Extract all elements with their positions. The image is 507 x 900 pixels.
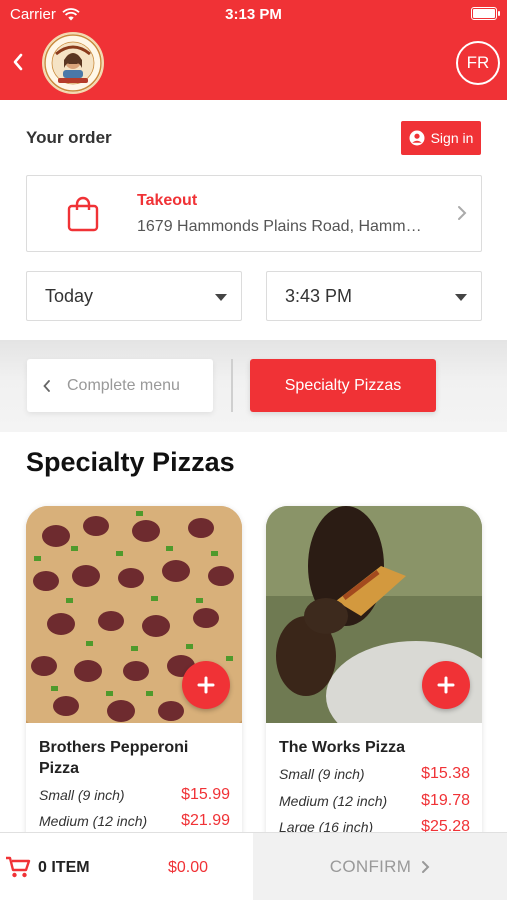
price-label: $15.38 (421, 765, 470, 782)
price-label: $21.99 (181, 812, 230, 829)
cart-summary[interactable]: 0 ITEM $0.00 (0, 833, 253, 900)
add-to-cart-button[interactable] (422, 661, 470, 709)
caret-down-icon (215, 294, 227, 301)
size-label: Medium (12 inch) (279, 793, 388, 809)
product-name: The Works Pizza (279, 739, 405, 756)
cart-total: $0.00 (168, 859, 209, 876)
caret-down-icon (455, 294, 467, 301)
size-label: Small (9 inch) (39, 787, 125, 803)
status-bar: Carrier 3:13 PM (0, 0, 507, 28)
size-label: Medium (12 inch) (39, 813, 148, 829)
user-icon (409, 130, 425, 146)
category-tab-specialty-pizzas[interactable]: Specialty Pizzas (250, 359, 436, 412)
product-card[interactable]: Brothers Pepperoni Pizza Small (9 inch) … (26, 506, 242, 836)
price-row: Medium (12 inch) $19.78 (279, 789, 470, 813)
price-row: Small (9 inch) $15.38 (279, 762, 470, 786)
size-label: Small (9 inch) (279, 766, 365, 782)
plus-icon (197, 676, 215, 694)
complete-menu-button[interactable]: Complete menu (27, 359, 213, 412)
price-label: $19.78 (421, 792, 470, 809)
chevron-left-icon (13, 53, 23, 71)
chevron-right-icon (422, 861, 430, 873)
chevron-right-icon (458, 206, 467, 220)
price-row: Medium (12 inch) $21.99 (39, 809, 230, 833)
language-toggle-button[interactable]: FR (456, 41, 500, 85)
day-select-value: Today (45, 286, 94, 306)
category-divider (231, 359, 233, 412)
day-select[interactable]: Today (26, 271, 242, 321)
status-time: 3:13 PM (225, 6, 282, 23)
product-card[interactable]: The Works Pizza Small (9 inch) $15.38 Me… (266, 506, 482, 836)
section-title: Specialty Pizzas (26, 447, 235, 477)
sign-in-button[interactable]: Sign in (401, 121, 481, 155)
battery-icon (471, 7, 500, 20)
price-label: $15.99 (181, 786, 230, 803)
add-to-cart-button[interactable] (182, 661, 230, 709)
pickup-address: 1679 Hammonds Plains Road, Hammonds Plai… (137, 218, 427, 235)
time-select-value: 3:43 PM (285, 286, 353, 306)
sign-in-label: Sign in (430, 130, 474, 146)
confirm-label: CONFIRM (329, 857, 412, 876)
product-name: Brothers Pepperoni Pizza (39, 739, 189, 777)
confirm-button[interactable]: CONFIRM (253, 833, 507, 900)
shopping-cart-icon (6, 856, 31, 878)
plus-icon (437, 676, 455, 694)
time-select[interactable]: 3:43 PM (266, 271, 482, 321)
cart-bar: 0 ITEM $0.00 CONFIRM (0, 832, 507, 900)
price-row: Small (9 inch) $15.99 (39, 783, 230, 807)
complete-menu-label: Complete menu (67, 376, 180, 394)
order-title: Your order (26, 128, 112, 147)
restaurant-logo (42, 32, 104, 94)
order-mode-label: Takeout (137, 192, 198, 209)
shopping-bag-icon (67, 196, 99, 232)
chevron-left-icon (43, 379, 50, 392)
app-header: FR (0, 28, 507, 100)
order-mode-card[interactable]: Takeout 1679 Hammonds Plains Road, Hammo… (26, 175, 482, 252)
back-button[interactable] (6, 48, 30, 76)
category-nav: Complete menu Specialty Pizzas (0, 340, 507, 432)
cart-item-count: 0 ITEM (38, 859, 90, 876)
